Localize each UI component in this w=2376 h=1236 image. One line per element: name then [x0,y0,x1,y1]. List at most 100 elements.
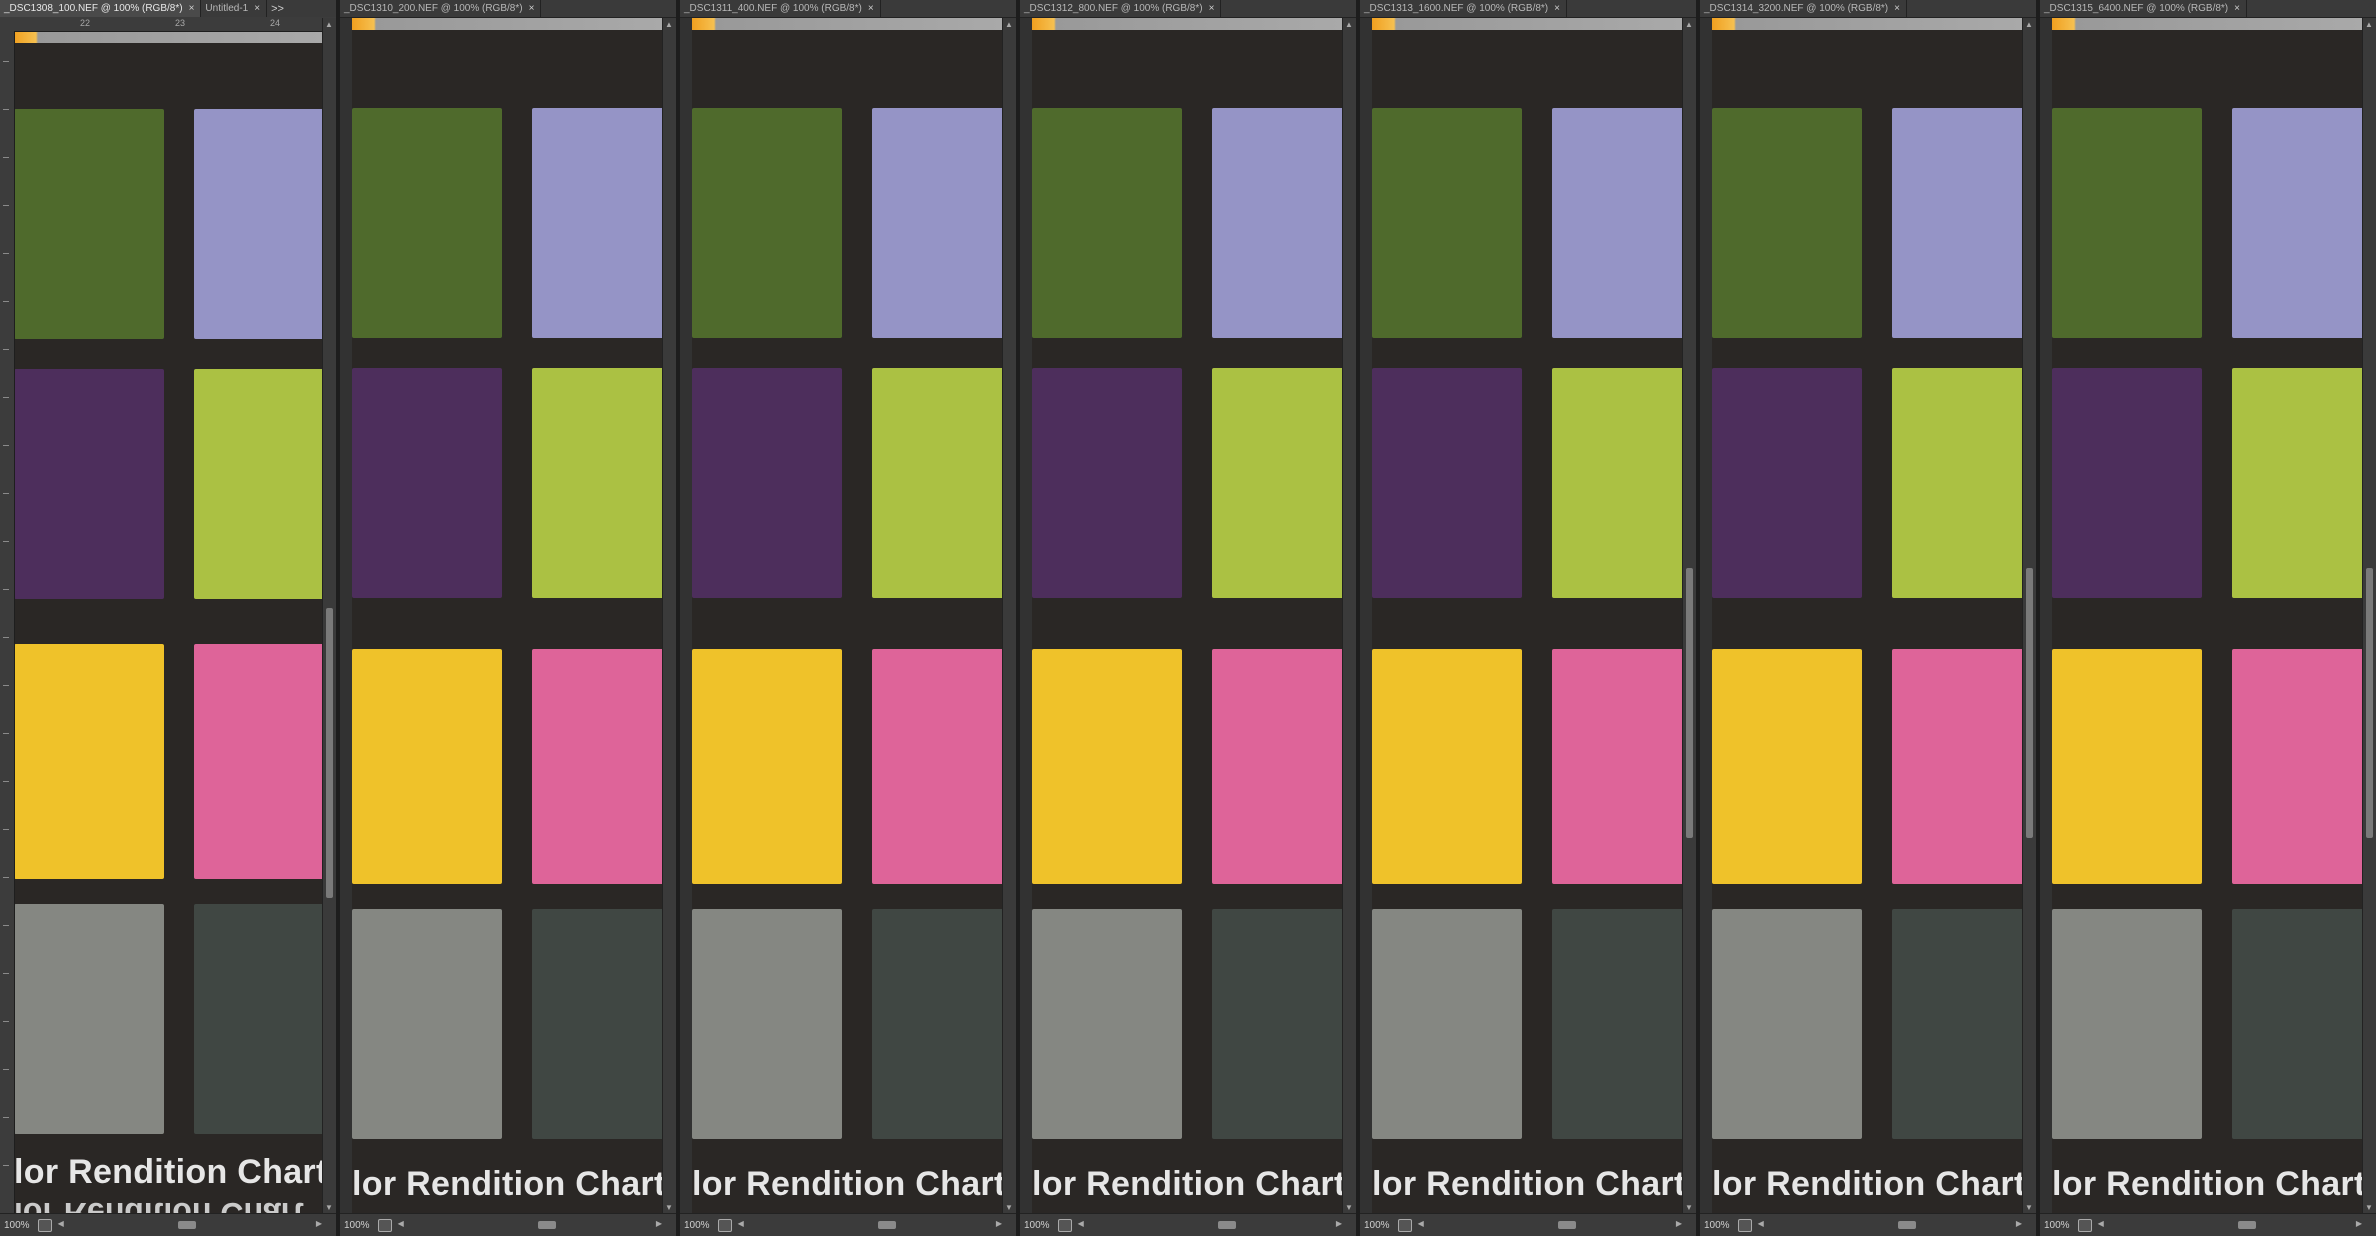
zoom-level-field[interactable]: 100% [1700,1220,1738,1231]
close-tab-icon[interactable]: × [1209,3,1215,14]
zoom-level-field[interactable]: 100% [1020,1220,1058,1231]
document-info-icon[interactable] [1057,1218,1072,1232]
image-canvas[interactable]: lor Rendition Chart [1712,18,2022,1214]
vertical-scrollbar[interactable]: ▲ ▼ [662,18,676,1214]
close-tab-icon[interactable]: × [529,3,535,14]
zoom-level-field[interactable]: 100% [680,1220,718,1231]
vertical-scroll-thumb[interactable] [2026,568,2033,838]
horizontal-scrollbar[interactable]: ◀ ▶ [58,1219,322,1231]
vertical-scrollbar[interactable]: ▲ ▼ [1682,18,1696,1214]
scroll-down-icon[interactable]: ▼ [1345,1203,1353,1212]
horizontal-scrollbar[interactable]: ◀ ▶ [1758,1219,2022,1231]
horizontal-scroll-thumb[interactable] [2237,1221,2256,1229]
scroll-down-icon[interactable]: ▼ [2365,1203,2373,1212]
zoom-level-field[interactable]: 100% [1360,1220,1398,1231]
document-info-icon[interactable] [37,1218,52,1232]
scroll-right-icon[interactable]: ▶ [1676,1219,1682,1228]
document-tab[interactable]: _DSC1312_800.NEF @ 100% (RGB/8*) × [1020,0,1222,17]
close-tab-icon[interactable]: × [2234,3,2240,14]
scroll-right-icon[interactable]: ▶ [1336,1219,1342,1228]
horizontal-scrollbar[interactable]: ◀ ▶ [1418,1219,1682,1231]
close-tab-icon[interactable]: × [1554,3,1560,14]
horizontal-scroll-thumb[interactable] [1217,1221,1236,1229]
close-tab-icon[interactable]: × [189,3,195,14]
image-canvas[interactable]: lor Rendition Chart [692,18,1002,1214]
document-info-icon[interactable] [1737,1218,1752,1232]
document-window[interactable]: _DSC1308_100.NEF @ 100% (RGB/8*) × Untitle… [0,0,340,1236]
scroll-up-icon[interactable]: ▲ [2365,20,2373,29]
scroll-left-icon[interactable]: ◀ [738,1219,744,1228]
scroll-up-icon[interactable]: ▲ [1005,20,1013,29]
scroll-left-icon[interactable]: ◀ [1418,1219,1424,1228]
scroll-right-icon[interactable]: ▶ [996,1219,1002,1228]
scroll-down-icon[interactable]: ▼ [325,1203,333,1212]
scroll-right-icon[interactable]: ▶ [656,1219,662,1228]
document-window[interactable]: _DSC1311_400.NEF @ 100% (RGB/8*) × lor Ren… [680,0,1020,1236]
document-tab[interactable]: _DSC1308_100.NEF @ 100% (RGB/8*) × [0,0,202,17]
horizontal-scrollbar[interactable]: ◀ ▶ [1078,1219,1342,1231]
scroll-up-icon[interactable]: ▲ [2025,20,2033,29]
vertical-scrollbar[interactable]: ▲ ▼ [2362,18,2376,1214]
image-canvas[interactable]: lor Rendition Chart [2052,18,2362,1214]
zoom-level-field[interactable]: 100% [0,1220,38,1231]
document-info-icon[interactable] [717,1218,732,1232]
document-info-icon[interactable] [2077,1218,2092,1232]
horizontal-scroll-thumb[interactable] [537,1221,556,1229]
tab-overflow-icon[interactable]: >> [267,3,288,15]
close-tab-icon[interactable]: × [254,3,260,14]
scroll-left-icon[interactable]: ◀ [1078,1219,1084,1228]
image-canvas[interactable]: lor Rendition Chart [1032,18,1342,1214]
horizontal-scrollbar[interactable]: ◀ ▶ [398,1219,662,1231]
document-tab[interactable]: Untitled-1 × [201,0,268,17]
scroll-down-icon[interactable]: ▼ [2025,1203,2033,1212]
document-info-icon[interactable] [1397,1218,1412,1232]
document-tab[interactable]: _DSC1315_6400.NEF @ 100% (RGB/8*) × [2040,0,2247,17]
scroll-down-icon[interactable]: ▼ [1005,1203,1013,1212]
document-tab[interactable]: _DSC1311_400.NEF @ 100% (RGB/8*) × [680,0,881,17]
vertical-scrollbar[interactable]: ▲ ▼ [2022,18,2036,1214]
scroll-left-icon[interactable]: ◀ [2098,1219,2104,1228]
scroll-up-icon[interactable]: ▲ [1345,20,1353,29]
horizontal-scroll-thumb[interactable] [177,1221,196,1229]
document-tab[interactable]: _DSC1314_3200.NEF @ 100% (RGB/8*) × [1700,0,1907,17]
horizontal-scrollbar[interactable]: ◀ ▶ [738,1219,1002,1231]
image-canvas[interactable]: lor Rendition Chart [1372,18,1682,1214]
zoom-level-field[interactable]: 100% [2040,1220,2078,1231]
scroll-right-icon[interactable]: ▶ [2016,1219,2022,1228]
horizontal-scroll-thumb[interactable] [877,1221,896,1229]
scroll-up-icon[interactable]: ▲ [325,20,333,29]
scroll-up-icon[interactable]: ▲ [1685,20,1693,29]
zoom-level-field[interactable]: 100% [340,1220,378,1231]
vertical-ruler[interactable] [0,31,15,1214]
horizontal-scrollbar[interactable]: ◀ ▶ [2098,1219,2362,1231]
document-window[interactable]: _DSC1312_800.NEF @ 100% (RGB/8*) × lor Ren… [1020,0,1360,1236]
image-canvas[interactable]: lor Rendition Chart [352,18,662,1214]
close-tab-icon[interactable]: × [868,3,874,14]
vertical-scrollbar[interactable]: ▲ ▼ [1002,18,1016,1214]
document-tab[interactable]: _DSC1313_1600.NEF @ 100% (RGB/8*) × [1360,0,1567,17]
document-tab[interactable]: _DSC1310_200.NEF @ 100% (RGB/8*) × [340,0,542,17]
document-window[interactable]: _DSC1310_200.NEF @ 100% (RGB/8*) × lor Ren… [340,0,680,1236]
vertical-scrollbar[interactable]: ▲ ▼ [322,18,336,1214]
scroll-right-icon[interactable]: ▶ [316,1219,322,1228]
vertical-scrollbar[interactable]: ▲ ▼ [1342,18,1356,1214]
document-window[interactable]: _DSC1315_6400.NEF @ 100% (RGB/8*) × lor Re… [2040,0,2376,1236]
document-window[interactable]: _DSC1314_3200.NEF @ 100% (RGB/8*) × lor Re… [1700,0,2040,1236]
vertical-scroll-thumb[interactable] [1686,568,1693,838]
scroll-down-icon[interactable]: ▼ [1685,1203,1693,1212]
vertical-scroll-thumb[interactable] [326,608,333,898]
vertical-scroll-thumb[interactable] [2366,568,2373,838]
scroll-left-icon[interactable]: ◀ [1758,1219,1764,1228]
horizontal-scroll-thumb[interactable] [1897,1221,1916,1229]
scroll-down-icon[interactable]: ▼ [665,1203,673,1212]
scroll-up-icon[interactable]: ▲ [665,20,673,29]
document-window[interactable]: _DSC1313_1600.NEF @ 100% (RGB/8*) × lor Re… [1360,0,1700,1236]
close-tab-icon[interactable]: × [1894,3,1900,14]
scroll-left-icon[interactable]: ◀ [58,1219,64,1228]
document-info-icon[interactable] [377,1218,392,1232]
scroll-right-icon[interactable]: ▶ [2356,1219,2362,1228]
scroll-left-icon[interactable]: ◀ [398,1219,404,1228]
horizontal-scroll-thumb[interactable] [1557,1221,1576,1229]
image-canvas[interactable]: lor Rendition Chart lor Rendition Chart [14,31,322,1214]
horizontal-ruler[interactable]: 22 23 24 [0,17,336,32]
